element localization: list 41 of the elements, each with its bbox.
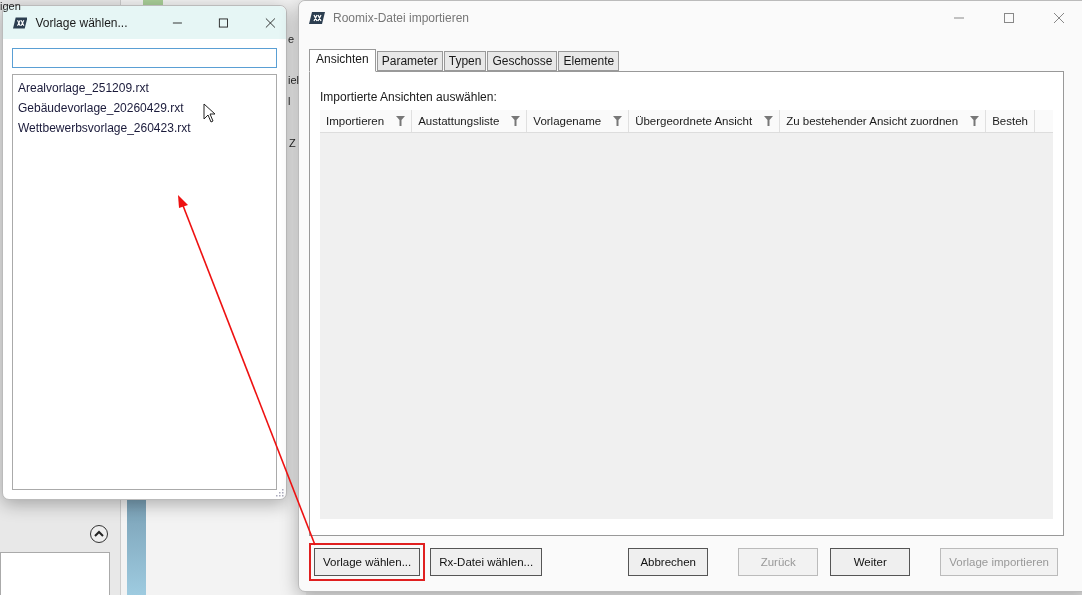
chevron-up-icon xyxy=(94,530,104,538)
tab[interactable]: Geschosse xyxy=(487,51,558,71)
tab[interactable]: Ansichten xyxy=(309,49,376,72)
column-header[interactable]: Besteh xyxy=(986,110,1035,132)
filter-icon[interactable] xyxy=(613,116,623,126)
search-field[interactable] xyxy=(12,48,277,68)
background-text: igen xyxy=(0,0,21,12)
section-label: Importierte Ansichten auswählen: xyxy=(320,90,498,104)
tab[interactable]: Elemente xyxy=(558,51,620,71)
column-header[interactable]: Vorlagename xyxy=(527,110,630,132)
collapse-button[interactable] xyxy=(90,525,108,543)
close-icon[interactable] xyxy=(265,16,276,29)
maximize-icon[interactable] xyxy=(218,16,230,29)
filter-icon[interactable] xyxy=(511,116,521,126)
background-text: Z xyxy=(289,137,296,149)
filter-icon[interactable] xyxy=(970,116,980,126)
dialog-button[interactable]: Abbrechen xyxy=(628,548,709,576)
filter-icon[interactable] xyxy=(396,116,406,126)
column-header[interactable]: Zu bestehender Ansicht zuordnen xyxy=(780,110,987,132)
background-text: iel xyxy=(288,74,299,86)
filter-icon[interactable] xyxy=(764,116,774,126)
background-text: l xyxy=(288,95,291,107)
close-icon[interactable] xyxy=(1053,11,1065,24)
file-list-item[interactable]: Arealvorlage_251209.rxt xyxy=(18,78,271,98)
mouse-pointer-icon xyxy=(203,103,217,123)
window-title: Vorlage wählen... xyxy=(35,15,128,30)
tab[interactable]: Typen xyxy=(443,51,487,71)
tab[interactable]: Parameter xyxy=(376,51,443,71)
file-list-item[interactable]: Wettbewerbsvorlage_260423.rxt xyxy=(18,118,271,138)
column-header[interactable]: Übergeordnete Ansicht xyxy=(629,110,781,132)
app-logo-icon xyxy=(13,16,28,29)
window-title: Roomix-Datei importieren xyxy=(333,10,470,25)
app-logo-icon xyxy=(309,11,325,24)
background-text: e xyxy=(288,33,295,45)
dialog-button[interactable]: Rx-Datei wählen... xyxy=(430,548,543,576)
resize-grip-icon[interactable] xyxy=(274,487,284,497)
file-list-item[interactable]: Gebäudevorlage_20260429.rxt xyxy=(18,98,271,118)
column-header[interactable]: Austattungsliste xyxy=(412,110,528,132)
dialog-button[interactable]: Weiter xyxy=(830,548,911,576)
column-header[interactable]: Importieren xyxy=(320,110,413,132)
dialog-button[interactable]: Vorlage wählen... xyxy=(314,548,421,576)
